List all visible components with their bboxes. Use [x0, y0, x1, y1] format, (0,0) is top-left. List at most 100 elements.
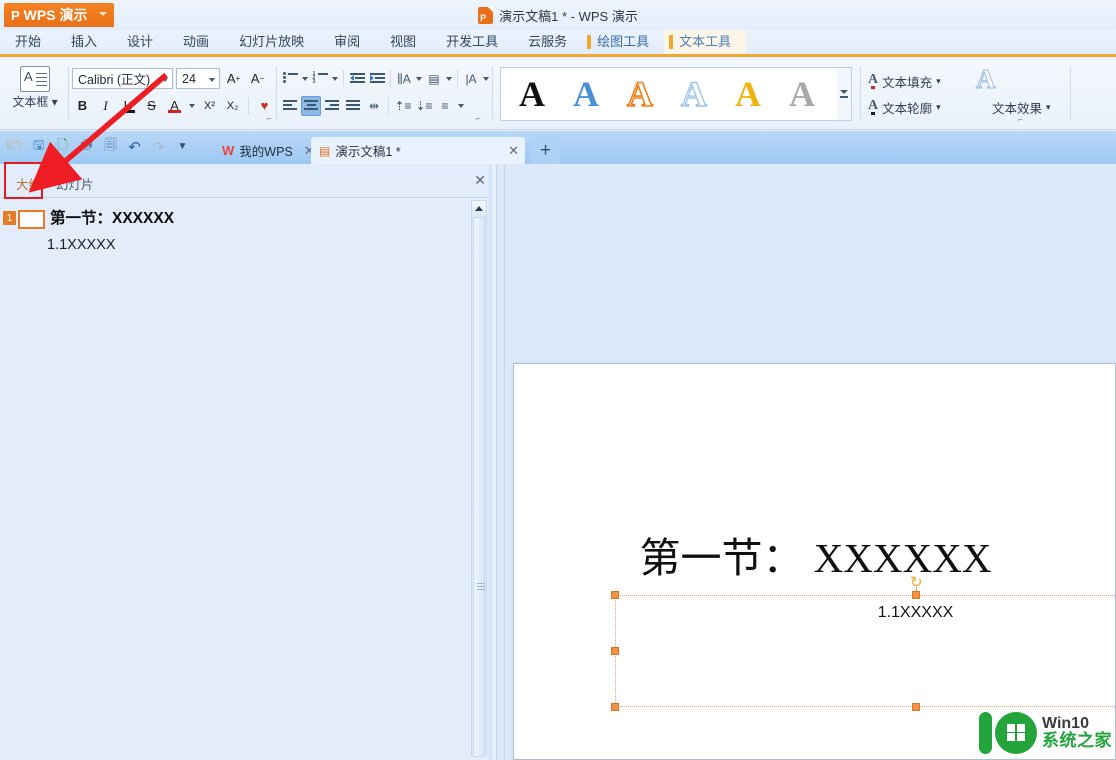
wordart-gold-fill[interactable]: A — [721, 71, 775, 117]
numbering-dropdown-icon[interactable] — [330, 68, 340, 89]
scrollbar-thumb[interactable] — [473, 217, 485, 757]
paragraph-dialog-launcher[interactable]: ⌐ — [476, 114, 485, 123]
columns-dropdown-icon[interactable] — [456, 95, 466, 116]
tab-developer-tools[interactable]: 开发工具 — [431, 30, 513, 54]
align-text-icon[interactable]: ▤ — [424, 69, 444, 89]
tab-animation[interactable]: 动画 — [168, 30, 224, 54]
print-icon[interactable]: 🖶 — [76, 136, 97, 157]
outline-content[interactable]: 1 第一节：XXXXXX 1.1XXXXX — [0, 199, 470, 760]
bold-button[interactable]: B — [72, 95, 93, 116]
tab-cloud-service[interactable]: 云服务 — [513, 30, 582, 54]
wordart-black-fill[interactable]: A — [505, 71, 559, 117]
align-text-dropdown-icon[interactable] — [444, 68, 454, 89]
customize-quick-access-icon[interactable]: ▼ — [172, 136, 193, 157]
tab-review[interactable]: 审阅 — [319, 30, 375, 54]
wordart-lightblue-outline[interactable]: A — [667, 71, 721, 117]
wordart-orange-outline[interactable]: A — [613, 71, 667, 117]
superscript-button[interactable]: X² — [199, 95, 220, 116]
text-direction-dropdown-icon[interactable] — [414, 68, 424, 89]
bullet-dropdown-icon[interactable] — [300, 68, 310, 89]
resize-handle-top-left[interactable] — [611, 591, 619, 599]
tab-insert[interactable]: 插入 — [56, 30, 112, 54]
slide-title-text[interactable]: 第一节： XXXXXX — [514, 524, 1116, 584]
character-spacing-icon[interactable]: |A — [461, 69, 481, 89]
outline-slide-body[interactable]: 1.1XXXXX — [47, 237, 116, 253]
print-preview-icon[interactable]: 🗐 — [100, 136, 121, 157]
font-size-combo[interactable]: 24 — [176, 68, 220, 89]
font-dialog-launcher[interactable]: ⌐ — [267, 114, 276, 123]
undo-icon[interactable]: ↶ — [124, 136, 145, 157]
shrink-font-button[interactable]: A − — [247, 68, 268, 89]
tab-drawing-tools[interactable]: 绘图工具 — [582, 30, 664, 54]
clear-formatting-icon[interactable]: ♥ — [254, 95, 275, 116]
text-fill-label: 文本填充 — [882, 75, 933, 90]
tab-slideshow[interactable]: 幻灯片放映 — [224, 30, 319, 54]
textbox-button[interactable]: 文本框 ▾ — [4, 93, 66, 110]
slide-canvas[interactable]: 第一节： XXXXXX 1.1XXXXX ↻ — [513, 363, 1116, 760]
redo-icon[interactable]: ↷ — [148, 136, 169, 157]
doc-tab-presentation1[interactable]: ▤ 演示文稿1 * ✕ — [311, 137, 525, 164]
close-icon[interactable]: ✕ — [508, 143, 519, 159]
line-spacing-button[interactable]: ⇡≡ — [393, 96, 413, 116]
decrease-indent-icon[interactable] — [347, 69, 367, 89]
doc-tab-my-wps[interactable]: W 我的WPS ✕ — [214, 137, 321, 164]
resize-handle-middle-left[interactable] — [611, 647, 619, 655]
outline-vertical-scrollbar[interactable] — [471, 200, 487, 757]
slide-subtitle-text[interactable]: 1.1XXXXX — [616, 604, 1116, 622]
text-effects-preview-icon[interactable]: A — [975, 65, 996, 93]
outline-tab-outline[interactable]: 大纲 — [8, 171, 49, 196]
tab-start[interactable]: 开始 — [0, 30, 56, 54]
new-tab-button[interactable]: + — [531, 137, 560, 164]
subscript-glyph: X₂ — [226, 99, 239, 112]
outline-slide-row[interactable]: 1 第一节：XXXXXX — [3, 209, 174, 229]
numbered-list-icon[interactable]: 123 — [310, 69, 330, 89]
font-name-combo[interactable]: Calibri (正文) — [72, 68, 173, 89]
align-distributed-button[interactable]: ⇹ — [364, 96, 384, 116]
outline-tab-label: 大纲 — [16, 178, 42, 192]
underline-button[interactable]: U — [118, 95, 139, 116]
resize-handle-bottom-center[interactable] — [912, 703, 920, 711]
outline-tab-slides[interactable]: 幻灯片 — [48, 171, 102, 196]
rotate-handle-icon[interactable]: ↻ — [910, 575, 924, 590]
wordart-gallery-scroll[interactable] — [837, 67, 852, 121]
strikethrough-button[interactable]: S — [141, 95, 162, 116]
chevron-down-icon: ▾ — [936, 101, 941, 112]
wordart-dialog-launcher[interactable]: ⌐ — [1018, 115, 1027, 124]
text-outline-button[interactable]: A 文本轮廓 ▾ — [868, 96, 941, 118]
app-menu-button[interactable]: P WPS 演示 — [4, 3, 114, 27]
font-color-dropdown-icon[interactable] — [187, 95, 197, 116]
italic-button[interactable]: I — [95, 95, 116, 116]
scroll-up-icon[interactable] — [472, 201, 486, 216]
save-as-icon[interactable]: 🗋 — [52, 136, 73, 157]
resize-handle-bottom-left[interactable] — [611, 703, 619, 711]
save-icon[interactable]: 🖫 — [28, 136, 49, 157]
increase-indent-icon[interactable] — [367, 69, 387, 89]
character-spacing-dropdown-icon[interactable] — [481, 68, 491, 89]
open-icon[interactable]: 🗁 — [4, 136, 25, 157]
text-box-icon[interactable] — [20, 66, 50, 92]
tab-design[interactable]: 设计 — [112, 30, 168, 54]
outline-slide-thumbnail[interactable] — [18, 210, 45, 229]
tab-text-tools[interactable]: 文本工具 — [664, 30, 747, 54]
text-fill-button[interactable]: A 文本填充 ▾ — [868, 70, 941, 92]
paragraph-spacing-button[interactable]: ⇣≡ — [414, 96, 434, 116]
align-left-button[interactable] — [280, 96, 300, 116]
tab-view[interactable]: 视图 — [375, 30, 431, 54]
resize-handle-top-center[interactable] — [912, 591, 920, 599]
align-center-button[interactable] — [301, 95, 321, 116]
font-color-button[interactable]: A — [164, 95, 185, 116]
align-right-button[interactable] — [322, 96, 342, 116]
outline-slide-title[interactable]: 第一节：XXXXXX — [50, 209, 174, 229]
align-justify-button[interactable] — [343, 96, 363, 116]
bullet-list-icon[interactable] — [280, 69, 300, 89]
pane-scroll-gutter[interactable] — [496, 164, 505, 760]
wordart-blue-fill[interactable]: A — [559, 71, 613, 117]
text-direction-icon[interactable]: ⫼A — [394, 69, 414, 89]
pane-splitter[interactable] — [488, 164, 492, 760]
close-outline-pane-icon[interactable]: ✕ — [474, 172, 486, 189]
grow-font-button[interactable]: A + — [223, 68, 244, 89]
columns-button[interactable]: ≡ — [435, 96, 455, 116]
subtitle-textbox[interactable]: 1.1XXXXX ↻ — [611, 575, 1116, 711]
subscript-button[interactable]: X₂ — [222, 95, 243, 116]
wordart-gray-fill[interactable]: A — [775, 71, 829, 117]
